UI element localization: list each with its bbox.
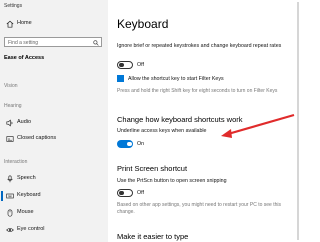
shortcut-checkbox-label: Allow the shortcut key to start Filter K…: [128, 76, 224, 82]
access-keys-toggle-state: On: [137, 141, 145, 147]
sidebar-item-eye-control[interactable]: Eye control: [0, 223, 108, 237]
toggle-knob: [119, 62, 124, 68]
print-screen-heading: Print Screen shortcut: [117, 164, 188, 173]
sidebar-item-keyboard[interactable]: Keyboard: [0, 189, 108, 203]
sidebar-item-label: Eye control: [17, 226, 45, 232]
print-screen-note: Based on other app settings, you might n…: [117, 202, 281, 215]
mouse-icon: [7, 209, 13, 217]
sidebar-item-mouse[interactable]: Mouse: [0, 206, 108, 220]
category-hearing: Hearing: [4, 103, 22, 109]
access-keys-label: Underline access keys when available: [117, 128, 207, 134]
window-title: Settings: [4, 3, 23, 9]
print-screen-toggle[interactable]: [117, 189, 133, 197]
home-nav-item[interactable]: Home: [0, 17, 108, 31]
microphone-icon: [7, 175, 13, 183]
main-content: Keyboard Ignore brief or repeated keystr…: [108, 0, 300, 242]
toggle-knob: [119, 190, 124, 196]
print-screen-toggle-state: Off: [137, 190, 144, 196]
sidebar-item-audio[interactable]: Audio: [0, 116, 108, 130]
category-vision: Vision: [4, 83, 18, 89]
annotation-arrow: [221, 113, 295, 138]
sidebar-item-speech[interactable]: Speech: [0, 172, 108, 186]
page-title: Keyboard: [117, 17, 169, 31]
sidebar-item-label: Closed captions: [17, 135, 57, 141]
shortcut-hint: Press and hold the right Shift key for e…: [117, 88, 278, 94]
speaker-icon: [6, 119, 13, 127]
sidebar-item-closed-captions[interactable]: Closed captions: [0, 132, 108, 146]
filter-keys-toggle[interactable]: [117, 61, 133, 69]
sidebar-item-label: Mouse: [17, 209, 34, 215]
checkmark-icon: [118, 82, 124, 87]
make-easier-heading: Make it easier to type: [117, 232, 189, 241]
eye-icon: [6, 228, 14, 232]
home-label: Home: [17, 20, 32, 26]
sidebar: Settings Home Find a setting Ease of Acc…: [0, 0, 108, 242]
category-interaction: Interaction: [4, 159, 28, 165]
home-icon: [6, 20, 14, 28]
toggle-knob: [127, 141, 132, 146]
search-placeholder: Find a setting: [8, 39, 39, 46]
sidebar-item-label: Speech: [17, 175, 36, 181]
active-indicator: [1, 191, 3, 201]
keyboard-icon: [6, 193, 14, 199]
search-icon: [93, 39, 99, 46]
shortcut-checkbox[interactable]: [117, 75, 124, 87]
section-title: Ease of Access: [4, 55, 45, 61]
filter-keys-toggle-state: Off: [137, 62, 144, 68]
filter-keys-description: Ignore brief or repeated keystrokes and …: [117, 43, 282, 49]
search-input[interactable]: Find a setting: [4, 37, 102, 47]
access-keys-toggle[interactable]: [117, 140, 133, 148]
print-screen-label: Use the PrtScn button to open screen sni…: [117, 178, 227, 184]
closed-captions-icon: [6, 136, 14, 142]
scrollbar[interactable]: [297, 2, 299, 240]
sidebar-item-label: Keyboard: [17, 192, 41, 198]
sidebar-item-label: Audio: [17, 119, 32, 125]
